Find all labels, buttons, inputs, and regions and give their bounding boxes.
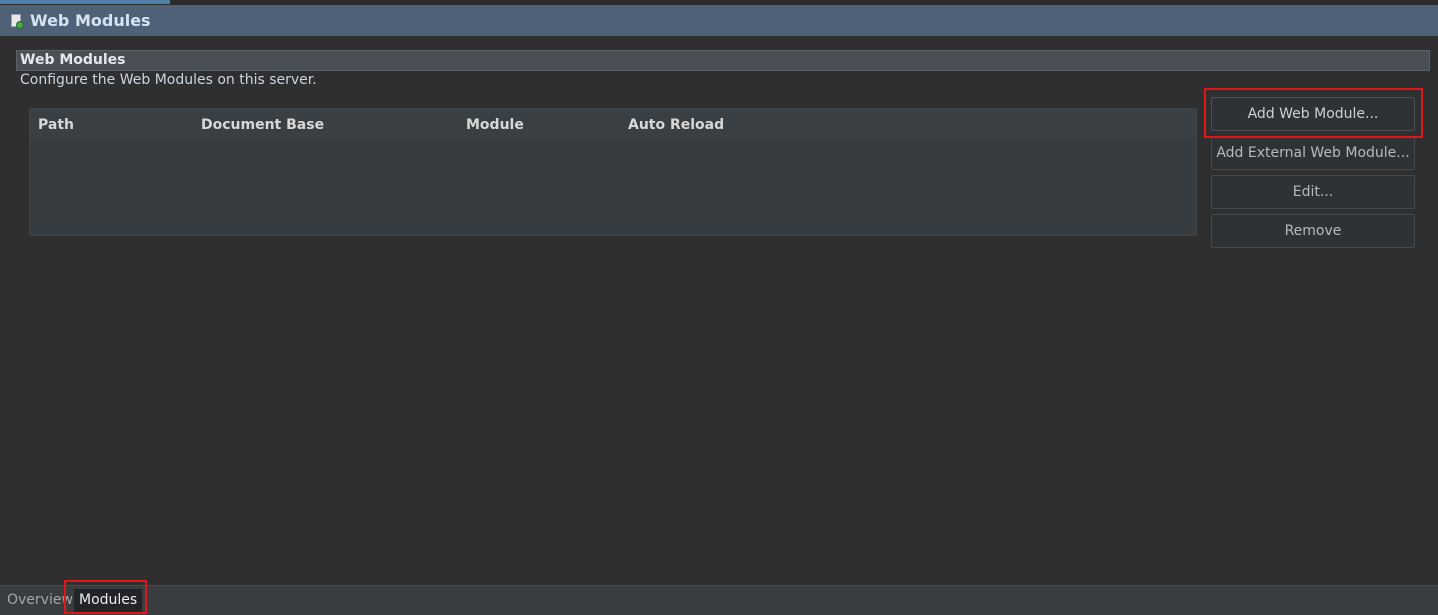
table-header: Path Document Base Module Auto Reload [30, 109, 1196, 143]
tab-overview[interactable]: Overview [7, 589, 73, 612]
column-header-auto-reload[interactable]: Auto Reload [628, 117, 724, 133]
add-web-module-button[interactable]: Add Web Module... [1211, 97, 1415, 131]
column-header-module[interactable]: Module [466, 117, 524, 133]
section-header[interactable]: Web Modules [16, 50, 1430, 71]
active-editor-indicator [0, 0, 170, 4]
edit-button[interactable]: Edit... [1211, 175, 1415, 209]
column-header-document-base[interactable]: Document Base [201, 117, 324, 133]
table-body[interactable] [30, 143, 1196, 235]
tab-modules[interactable]: Modules [74, 589, 143, 612]
web-modules-table[interactable]: Path Document Base Module Auto Reload [29, 108, 1197, 236]
server-config-icon [10, 13, 24, 29]
remove-button[interactable]: Remove [1211, 214, 1415, 248]
section-description: Configure the Web Modules on this server… [20, 72, 317, 88]
editor-title: Web Modules [30, 11, 151, 30]
add-external-web-module-button[interactable]: Add External Web Module... [1211, 136, 1415, 170]
column-header-path[interactable]: Path [38, 117, 74, 133]
editor-page-tabs: Overview Modules [0, 585, 1438, 615]
editor-header: Web Modules [0, 5, 1438, 36]
